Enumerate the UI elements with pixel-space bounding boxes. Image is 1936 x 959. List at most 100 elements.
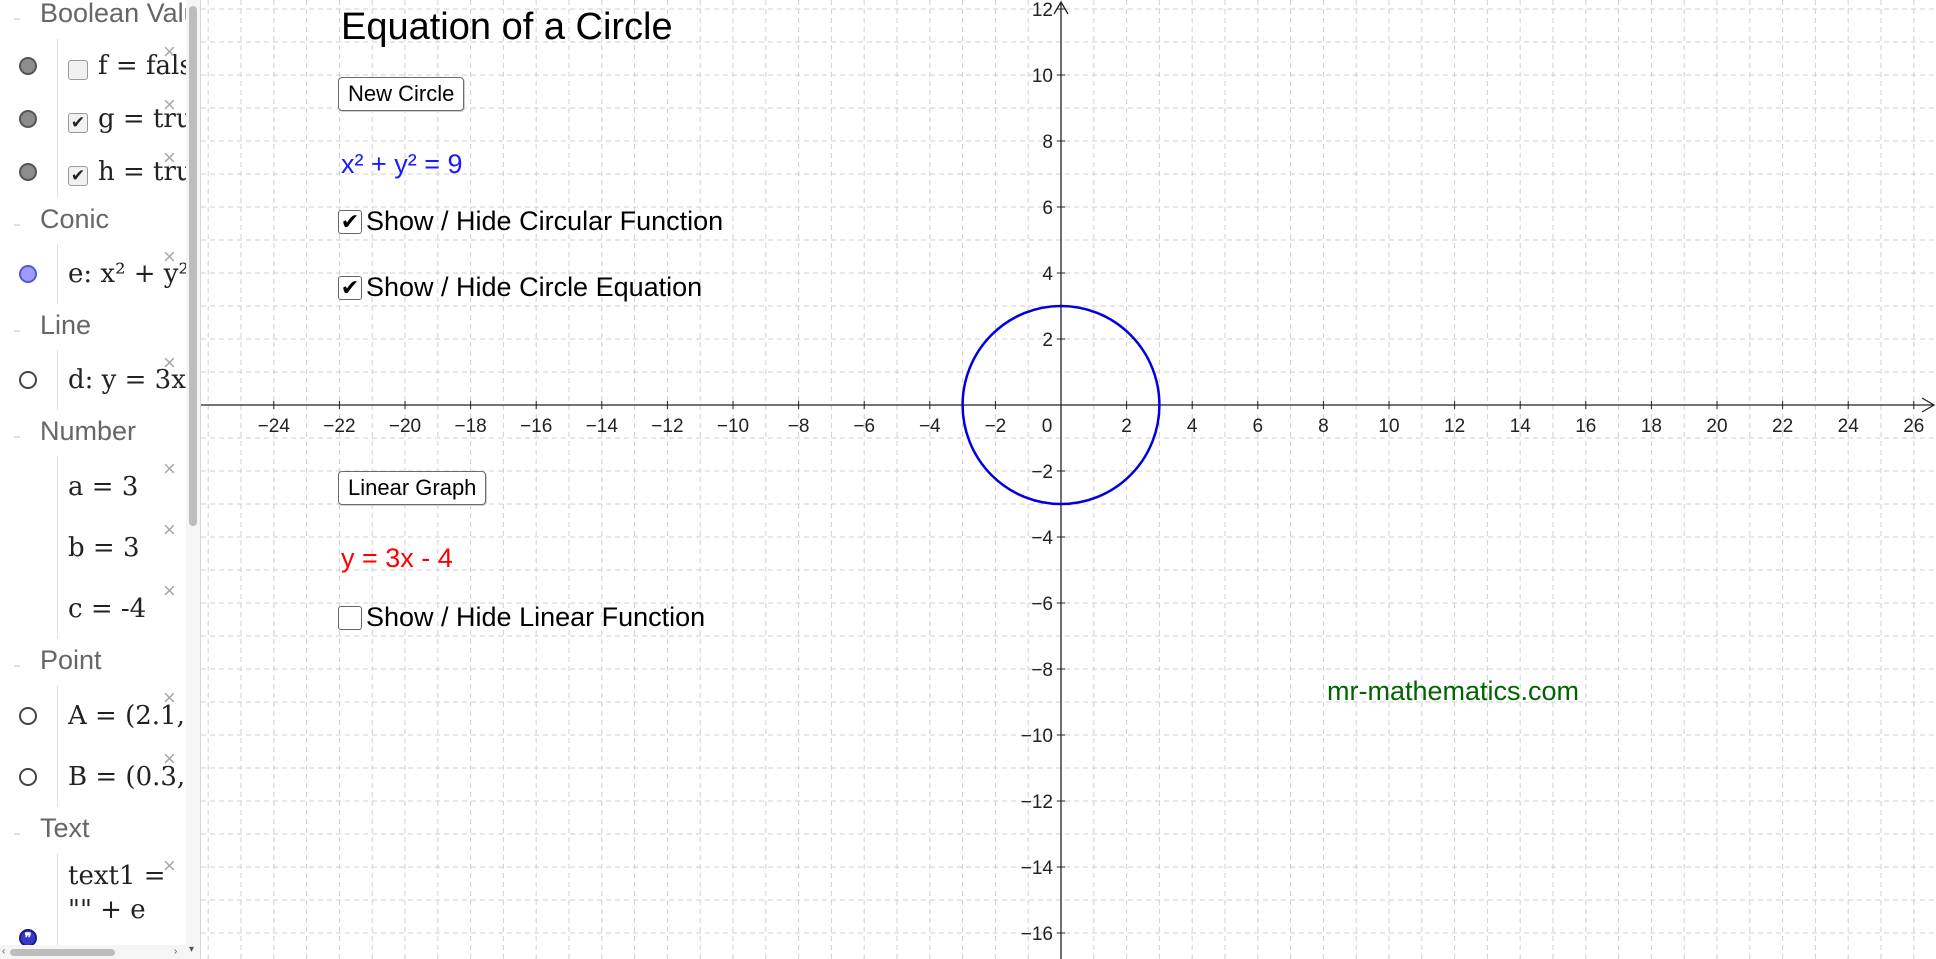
delete-icon[interactable]: × xyxy=(163,458,176,480)
linear-graph-button[interactable]: Linear Graph xyxy=(338,471,487,505)
algebra-item[interactable]: A = (2.1, 2.1)× xyxy=(0,685,186,747)
delete-icon[interactable]: × xyxy=(163,246,176,268)
boolean-checkbox[interactable] xyxy=(68,60,88,80)
collapse-icon[interactable]: − xyxy=(12,660,22,672)
scroll-left-arrow-icon[interactable]: ‹ xyxy=(2,946,5,957)
delete-icon[interactable]: × xyxy=(163,855,176,877)
visibility-marble-icon[interactable] xyxy=(19,57,37,75)
y-tick-label: −16 xyxy=(1021,924,1053,945)
algebra-item[interactable]: ✔h = true× xyxy=(0,145,186,199)
watermark-text: mr-mathematics.com xyxy=(1327,676,1580,706)
x-tick-label: 26 xyxy=(1903,416,1924,437)
algebra-list: − Boolean Value f = false×✔g = true×✔h = t… xyxy=(0,0,186,959)
algebra-item[interactable]: d: y = 3x - 4× xyxy=(0,350,186,411)
algebra-group-text[interactable]: − Text xyxy=(0,807,186,854)
marble-column xyxy=(0,244,58,304)
collapse-icon[interactable]: − xyxy=(12,219,22,231)
algebra-item[interactable]: b = 3 × xyxy=(0,517,186,579)
collapse-icon[interactable]: − xyxy=(12,431,22,443)
circular-function-checkbox[interactable]: ✔ Show / Hide Circular Function xyxy=(338,206,723,237)
graphics-view[interactable]: −24 −22 −20 −18 −16 −14 −12 −10 −8 −6 −4 −2 0 2 4 6 8 10 1… xyxy=(201,0,1936,959)
checkbox-box[interactable] xyxy=(338,605,362,630)
y-tick-label: −8 xyxy=(1031,660,1053,681)
checkbox-box[interactable]: ✔ xyxy=(338,275,362,300)
marble-column xyxy=(0,92,58,145)
marble-column xyxy=(0,578,58,639)
x-tick-label: 22 xyxy=(1772,416,1793,437)
x-tick-label: −22 xyxy=(323,416,355,437)
linear-equation-text: y = 3x - 4 xyxy=(341,543,453,573)
algebra-item[interactable]: ✔g = true× xyxy=(0,92,186,146)
scroll-right-arrow-icon[interactable]: › xyxy=(174,946,177,957)
x-tick-label: 10 xyxy=(1378,416,1399,437)
y-tick-label: −2 xyxy=(1031,462,1053,483)
scroll-down-arrow-icon[interactable]: ▾ xyxy=(189,944,194,955)
collapse-icon[interactable]: − xyxy=(12,325,22,337)
visibility-marble-icon[interactable] xyxy=(19,371,37,389)
x-tick-label: −20 xyxy=(389,416,421,437)
boolean-checkbox[interactable]: ✔ xyxy=(68,113,88,133)
scrollbar-thumb[interactable] xyxy=(189,6,197,526)
marble-column: ❞ xyxy=(0,853,58,951)
group-title: Point xyxy=(40,645,102,675)
algebra-horizontal-scrollbar[interactable]: ‹ › xyxy=(0,945,186,959)
algebra-item[interactable]: a = 3 × xyxy=(0,456,186,518)
algebra-vertical-scrollbar[interactable]: ▾ xyxy=(186,0,201,959)
delete-icon[interactable]: × xyxy=(163,580,176,602)
page-title: Equation of a Circle xyxy=(341,6,673,48)
y-tick-label: −12 xyxy=(1021,792,1053,813)
visibility-marble-icon[interactable] xyxy=(19,707,37,725)
group-title: Line xyxy=(40,310,92,340)
new-circle-button[interactable]: New Circle xyxy=(338,77,465,111)
algebra-item[interactable]: B = (0.3, 3)× xyxy=(0,746,186,808)
boolean-checkbox[interactable]: ✔ xyxy=(68,166,88,186)
algebra-group-conic[interactable]: − Conic xyxy=(0,198,186,245)
x-tick-label: −8 xyxy=(788,416,810,437)
delete-icon[interactable]: × xyxy=(163,748,176,770)
collapse-icon[interactable]: − xyxy=(12,828,22,840)
visibility-marble-icon[interactable] xyxy=(19,265,37,283)
algebra-group-point[interactable]: − Point xyxy=(0,639,186,686)
marble-column xyxy=(0,517,58,578)
y-tick-label: −4 xyxy=(1031,528,1053,549)
algebra-group-boolean-value[interactable]: − Boolean Value xyxy=(0,0,186,40)
algebra-item[interactable]: ❞ text1 = "" + e × xyxy=(0,853,186,952)
delete-icon[interactable]: × xyxy=(163,147,176,169)
x-tick-label: −12 xyxy=(651,416,683,437)
x-tick-label: −14 xyxy=(586,416,619,437)
visibility-marble-icon[interactable] xyxy=(19,110,37,128)
delete-icon[interactable]: × xyxy=(163,519,176,541)
x-tick-label: 8 xyxy=(1318,416,1329,437)
collapse-icon[interactable]: − xyxy=(12,13,22,25)
visibility-marble-icon[interactable] xyxy=(19,163,37,181)
visibility-marble-icon[interactable] xyxy=(19,768,37,786)
x-tick-label: −6 xyxy=(853,416,875,437)
marble-column xyxy=(0,39,58,92)
y-tick-label: 12 xyxy=(1032,0,1053,21)
algebra-expression-continued[interactable]: "" + e xyxy=(68,895,186,925)
algebra-group-number[interactable]: − Number xyxy=(0,410,186,457)
x-tick-label: −4 xyxy=(919,416,941,437)
y-tick-label: 2 xyxy=(1042,330,1053,351)
delete-icon[interactable]: × xyxy=(163,41,176,63)
circle-equation-checkbox[interactable]: ✔ Show / Hide Circle Equation xyxy=(338,272,702,303)
algebra-item[interactable]: f = false× xyxy=(0,39,186,93)
y-tick-label: 4 xyxy=(1042,264,1053,285)
algebra-group-line[interactable]: − Line xyxy=(0,304,186,351)
linear-function-checkbox[interactable]: Show / Hide Linear Function xyxy=(338,602,705,633)
x-tick-label: −2 xyxy=(985,416,1007,437)
linear-function-label: Show / Hide Linear Function xyxy=(366,602,706,632)
algebra-item[interactable]: c = -4 × xyxy=(0,578,186,640)
x-tick-label: 16 xyxy=(1575,416,1596,437)
scrollbar-thumb[interactable] xyxy=(10,949,115,956)
x-tick-label: −16 xyxy=(520,416,552,437)
circular-function-label: Show / Hide Circular Function xyxy=(366,206,724,236)
x-tick-label: −10 xyxy=(717,416,749,437)
delete-icon[interactable]: × xyxy=(163,94,176,116)
y-tick-label: 6 xyxy=(1042,198,1053,219)
delete-icon[interactable]: × xyxy=(163,352,176,374)
checkbox-box[interactable]: ✔ xyxy=(338,209,362,234)
x-tick-label: 4 xyxy=(1187,416,1198,437)
delete-icon[interactable]: × xyxy=(163,687,176,709)
algebra-item[interactable]: e: x² + y² = 9× xyxy=(0,244,186,305)
